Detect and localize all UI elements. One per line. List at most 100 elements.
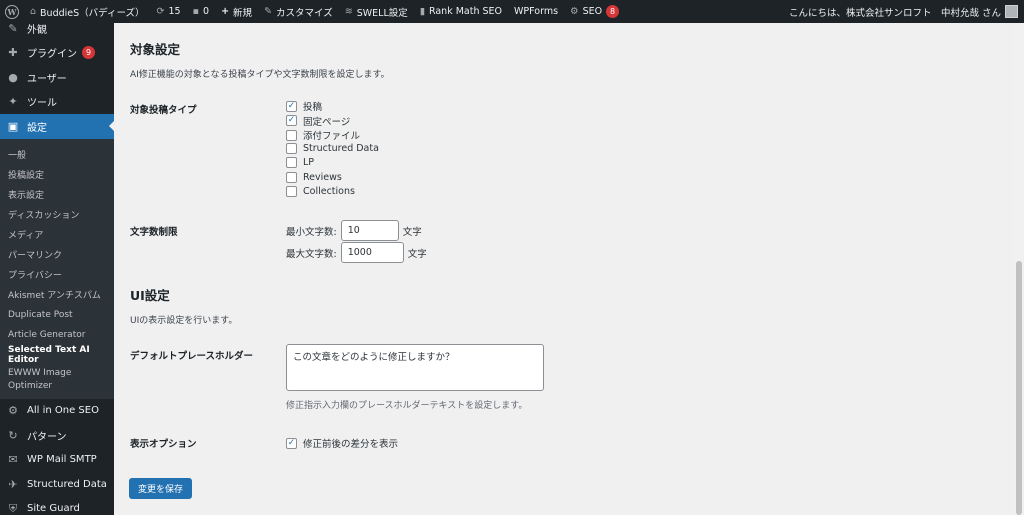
my-account-link[interactable]: こんにちは、株式会社サンロフト 中村允哉 さん [783,0,1024,23]
submenu-item-duplicate-post[interactable]: Duplicate Post [0,305,114,325]
plus-icon: + [221,6,230,17]
sidebar-item-label: パターン [27,431,67,443]
submenu-item-article-generator[interactable]: Article Generator [0,325,114,345]
site-name-link[interactable]: ⌂ BuddieS（バディーズ） [24,0,151,23]
comments-count: 0 [203,6,210,17]
rankmath-icon: ▮ [419,6,425,17]
checkbox[interactable]: ✓ [286,115,297,126]
min-chars-row: 最小文字数: 文字 [286,220,422,241]
submenu-item-privacy[interactable]: プライバシー [0,265,114,285]
min-chars-label: 最小文字数: [286,226,337,238]
char-limit-label: 文字数制限 [130,227,178,238]
brush-icon: ✎ [264,6,273,17]
submenu-item-writing[interactable]: 投稿設定 [0,165,114,185]
wrench-icon: ✦ [8,95,18,109]
submenu-item-media[interactable]: メディア [0,225,114,245]
min-chars-input[interactable] [340,220,399,241]
plugins-update-badge: 9 [82,46,95,60]
post-type-checkbox-reviews[interactable]: Reviews [286,171,342,183]
checkbox-label: Collections [303,186,355,197]
diff-option-checkbox[interactable]: ✓ 修正前後の差分を表示 [286,436,398,450]
post-type-checkbox-structured-data[interactable]: Structured Data [286,142,379,154]
section-desc-target: AI修正機能の対象となる投稿タイプや文字数制限を設定します。 [130,70,390,80]
sidebar-item-tools[interactable]: ✦ ツール [0,90,114,115]
swell-label: SWELL設定 [356,7,408,19]
sidebar-item-label: WP Mail SMTP [27,454,97,466]
sidebar-item-aioseo[interactable]: ⚙ All in One SEO [0,399,114,424]
wpforms-link[interactable]: WPForms [508,0,564,23]
wordpress-logo-icon[interactable]: W [0,0,24,23]
seo-link[interactable]: ⚙ SEO 8 [564,0,625,23]
sidebar-item-users[interactable]: ● ユーザー [0,65,114,90]
post-type-checkbox-page[interactable]: ✓ 固定ページ [286,114,350,128]
sidebar-item-wp-mail-smtp[interactable]: ✉ WP Mail SMTP [0,448,114,473]
placeholder-help: 修正指示入力欄のプレースホルダーテキストを設定します。 [286,401,528,411]
checkbox[interactable]: ✓ [286,437,297,449]
scrollbar-thumb[interactable] [1016,261,1022,515]
checkbox[interactable] [286,142,297,154]
sidebar-item-appearance[interactable]: ✎ 外観 [0,23,114,41]
checkbox[interactable] [286,186,297,197]
post-type-checkbox-attachment[interactable]: 添付ファイル [286,128,360,142]
checkbox[interactable]: ✓ [286,100,297,112]
sidebar-item-site-guard[interactable]: ⛨ Site Guard [0,497,114,515]
customize-label: カスタマイズ [276,7,333,19]
sidebar-item-patterns[interactable]: ↻ パターン [0,423,114,448]
updates-link[interactable]: ⟳ 15 [151,0,187,23]
sidebar-item-structured-data[interactable]: ✈ Structured Data [0,472,114,497]
submenu-item-general[interactable]: 一般 [0,145,114,165]
section-desc-ui: UIの表示設定を行います。 [130,316,238,326]
customize-link[interactable]: ✎ カスタマイズ [258,0,339,23]
comments-link[interactable]: ▪ 0 [187,0,216,23]
seo-badge: 8 [606,5,620,18]
section-title-target: 対象設定 [130,42,181,57]
max-chars-input[interactable] [340,242,404,263]
seo-label: SEO [582,6,603,17]
post-type-checkbox-lp[interactable]: LP [286,157,314,168]
checkbox[interactable] [286,157,297,168]
new-content-link[interactable]: + 新規 [215,0,258,23]
submenu-item-discussion[interactable]: ディスカッション [0,205,114,225]
placeholder-textarea[interactable]: この文章をどのように修正しますか？ [286,344,544,391]
sidebar-item-label: 外観 [27,24,47,36]
submenu-item-ewww[interactable]: EWWW Image Optimizer [0,365,80,393]
checkbox-label: Reviews [303,171,342,183]
greeting: こんにちは、株式会社サンロフト 中村允哉 さん [788,7,1001,19]
sidebar-item-label: プラグイン [27,49,77,61]
max-chars-row: 最大文字数: 文字 [286,242,427,263]
save-button[interactable]: 変更を保存 [129,478,193,499]
comment-icon: ▪ [192,6,200,17]
checkbox[interactable] [286,171,297,183]
avatar [1005,5,1018,18]
checkbox[interactable] [286,129,297,141]
new-label: 新規 [233,7,253,19]
admin-bar: W ⌂ BuddieS（バディーズ） ⟳ 15 ▪ 0 + 新規 ✎ カスタマイ… [0,0,1024,23]
settings-content: 対象設定 AI修正機能の対象となる投稿タイプや文字数制限を設定します。 対象投稿… [114,23,1014,515]
aioseo-icon: ⚙ [8,404,18,418]
post-type-checkbox-collections[interactable]: Collections [286,186,355,197]
checkbox-label: 修正前後の差分を表示 [303,439,399,450]
submenu-item-reading[interactable]: 表示設定 [0,185,114,205]
sidebar-item-settings[interactable]: ▣ 設定 [0,114,114,139]
swell-icon: ≋ [344,6,353,17]
sidebar-item-plugins[interactable]: ✚ プラグイン 9 [0,41,114,66]
rankmath-link[interactable]: ▮ Rank Math SEO [414,0,508,23]
section-title-ui: UI設定 [130,288,170,303]
post-types-label: 対象投稿タイプ [130,105,197,116]
sidebar-item-label: ツール [27,98,57,110]
wpforms-label: WPForms [514,6,559,17]
checkbox-label: LP [303,157,315,168]
pattern-icon: ↻ [8,428,18,442]
pin-icon: ✈ [8,477,18,491]
sidebar-item-label: All in One SEO [27,405,99,417]
submenu-item-permalinks[interactable]: パーマリンク [0,245,114,265]
shield-icon: ⛨ [8,501,18,515]
checkbox-label: 固定ページ [303,116,351,128]
page-scrollbar[interactable] [1014,23,1024,515]
swell-settings-link[interactable]: ≋ SWELL設定 [339,0,414,23]
submenu-item-akismet[interactable]: Akismet アンチスパム [0,285,114,305]
submenu-item-selected-text-ai-editor[interactable]: Selected Text AI Editor [0,345,114,365]
sidebar-item-label: ユーザー [27,73,67,85]
post-type-checkbox-post[interactable]: ✓ 投稿 [286,99,322,113]
rankmath-label: Rank Math SEO [428,6,503,17]
